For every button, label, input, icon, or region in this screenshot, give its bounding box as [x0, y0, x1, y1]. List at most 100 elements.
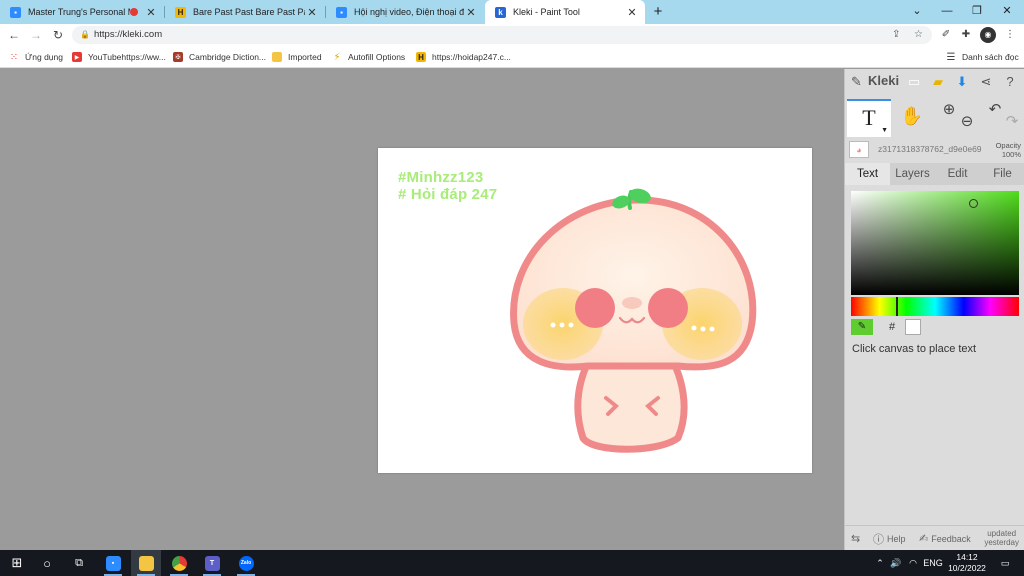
tab-label: Hội nghị video, Điện thoại đám m: [354, 7, 464, 17]
new-tab-button[interactable]: +: [651, 2, 665, 22]
system-clock[interactable]: 14:12 10/2/2022: [942, 552, 992, 574]
bookmark-imported[interactable]: Imported: [272, 46, 322, 68]
tab-zoom-video[interactable]: ▪ Hội nghị video, Điện thoại đám m ✕: [326, 0, 484, 24]
reading-list-icon: ☰: [946, 51, 956, 63]
tab-file[interactable]: File: [980, 163, 1024, 185]
task-view-icon[interactable]: ⧉: [64, 550, 94, 576]
hand-tool-icon[interactable]: ✋: [899, 101, 925, 133]
new-image-icon[interactable]: ▭: [905, 73, 923, 91]
kleki-side-panel: ✎ Kleki ▭ ▰ ⬇ ⋖ ? T ▼ ✋ ⊕ ⊖ ↶ ↷ ◕ z317131…: [844, 69, 1024, 550]
taskbar-file-explorer[interactable]: [131, 550, 161, 576]
swap-panel-button[interactable]: ⇆: [851, 526, 863, 551]
color-picker-cursor[interactable]: [969, 199, 978, 208]
tab-label: Bare Past Past Bare Past Past Forc: [193, 7, 305, 17]
wifi-icon[interactable]: ◠: [904, 550, 922, 576]
reload-button[interactable]: ↻: [49, 26, 67, 44]
close-icon[interactable]: ✕: [144, 6, 158, 19]
bookmark-label: Ứng dụng: [25, 52, 63, 62]
updated-line2: yesterday: [984, 538, 1019, 547]
taskbar-teams[interactable]: T: [197, 550, 227, 576]
kleki-logo-text: Kleki: [868, 73, 900, 88]
reading-list[interactable]: ☰ Danh sách đọc: [946, 46, 1019, 68]
layer-name: z3171318378762_d9e0e69: [878, 144, 982, 154]
taskbar-zoom[interactable]: ▪: [98, 550, 128, 576]
clock-date: 10/2/2022: [948, 563, 986, 573]
drawing-canvas[interactable]: #Minhzz123 # Hỏi đáp 247: [378, 148, 812, 473]
bookmark-youtube[interactable]: ▶ YouTubehttps://ww...: [72, 46, 166, 68]
tab-zoom-meeting[interactable]: ▪ Master Trung's Personal Mee ✕: [0, 0, 164, 24]
redo-icon[interactable]: ↷: [999, 107, 1024, 139]
taskbar-zalo[interactable]: Zalo: [231, 550, 261, 576]
windows-start-icon[interactable]: ⊞: [2, 550, 32, 576]
bookmark-hoidap247[interactable]: H https://hoidap247.c...: [416, 46, 511, 68]
close-icon[interactable]: ✕: [305, 6, 319, 19]
recording-icon: [130, 8, 138, 16]
forward-button[interactable]: →: [27, 26, 45, 44]
hue-slider-handle[interactable]: [896, 297, 898, 316]
chrome-menu-icon[interactable]: ⋮: [1002, 27, 1018, 43]
close-icon[interactable]: ✕: [464, 6, 478, 19]
bookmark-autofill[interactable]: ⚡ Autofill Options: [332, 46, 405, 68]
kleki-logo[interactable]: ✎ Kleki: [851, 73, 900, 89]
update-status[interactable]: updated yesterday: [984, 529, 1019, 547]
help-icon[interactable]: ?: [1001, 73, 1019, 91]
help-button[interactable]: ⓘ Help: [873, 526, 906, 551]
search-icon[interactable]: ○: [32, 550, 62, 576]
active-layer-row[interactable]: ◕ z3171318378762_d9e0e69 Opacity 100%: [845, 139, 1024, 161]
clock-time: 14:12: [956, 552, 978, 562]
feedback-button[interactable]: ✍ Feedback: [919, 526, 971, 551]
browser-tab-strip: ▪ Master Trung's Personal Mee ✕ H Bare P…: [0, 0, 1024, 24]
extension-feather-icon[interactable]: ✐: [938, 27, 954, 43]
bookmark-apps[interactable]: ⁙ Ứng dụng: [9, 46, 63, 68]
updated-line1: updated: [987, 529, 1017, 538]
url-input[interactable]: 🔒 https://kleki.com ⇪ ☆: [72, 26, 932, 44]
hue-slider[interactable]: [851, 297, 1019, 316]
share-icon[interactable]: ⋖: [977, 73, 995, 91]
color-saturation-picker[interactable]: [851, 191, 1019, 295]
feedback-label: Feedback: [931, 533, 971, 544]
tab-label: Master Trung's Personal Mee: [28, 7, 130, 17]
restore-button[interactable]: ❐: [962, 0, 992, 24]
back-button[interactable]: ←: [5, 26, 23, 44]
volume-icon[interactable]: 🔊: [888, 550, 904, 576]
text-tool-button[interactable]: T ▼: [847, 99, 891, 137]
close-icon[interactable]: ✕: [625, 6, 639, 19]
bookmark-cambridge[interactable]: ✠ Cambridge Diction...: [173, 46, 266, 68]
chevron-down-icon[interactable]: ▼: [881, 127, 888, 135]
zalo-icon: Zalo: [238, 555, 254, 571]
extensions-puzzle-icon[interactable]: ✚: [958, 27, 974, 43]
open-folder-icon[interactable]: ▰: [929, 73, 947, 91]
layer-opacity[interactable]: Opacity 100%: [996, 141, 1021, 159]
tab-bare-past[interactable]: H Bare Past Past Bare Past Past Forc ✕: [165, 0, 325, 24]
tab-text[interactable]: Text: [845, 163, 890, 185]
address-bar: ← → ↻ 🔒 https://kleki.com ⇪ ☆ ✐ ✚ ◉ ⋮: [0, 24, 1024, 46]
window-close-button[interactable]: ✕: [992, 0, 1022, 24]
show-hidden-icons[interactable]: ⌃: [872, 550, 888, 576]
taskbar-chrome[interactable]: [164, 550, 194, 576]
bookmark-label: Cambridge Diction...: [189, 52, 267, 62]
profile-avatar[interactable]: ◉: [980, 27, 996, 43]
tab-kleki[interactable]: k Kleki - Paint Tool ✕: [485, 0, 645, 24]
tab-layers[interactable]: Layers: [890, 163, 935, 185]
reading-list-label: Danh sách đọc: [962, 52, 1019, 62]
share-icon[interactable]: ⇪: [892, 26, 900, 44]
youtube-icon: ▶: [72, 52, 82, 62]
opacity-label: Opacity: [995, 141, 1021, 150]
tab-search-icon[interactable]: ⌄: [902, 0, 932, 24]
panel-top-bar: ✎ Kleki ▭ ▰ ⬇ ⋖ ?: [845, 69, 1024, 95]
tab-edit[interactable]: Edit: [935, 163, 980, 185]
zoom-icon: ▪: [336, 6, 347, 18]
notifications-icon[interactable]: ▭: [996, 550, 1014, 576]
hex-input-button[interactable]: #: [881, 319, 903, 335]
bookmark-star-icon[interactable]: ☆: [914, 26, 923, 44]
minimize-button[interactable]: —: [932, 0, 962, 24]
language-indicator[interactable]: ENG: [922, 550, 944, 576]
lock-icon: 🔒: [80, 30, 90, 39]
canvas-workspace[interactable]: #Minhzz123 # Hỏi đáp 247: [0, 69, 844, 550]
eyedropper-icon[interactable]: ✎: [851, 319, 873, 335]
zoom-out-icon[interactable]: ⊖: [954, 107, 980, 139]
bookmarks-bar: ⁙ Ứng dụng ▶ YouTubehttps://ww... ✠ Camb…: [0, 46, 1024, 68]
secondary-color-swatch[interactable]: [905, 319, 921, 335]
windows-taskbar: ⊞ ○ ⧉ ▪ T Zalo ⌃ 🔊 ◠ ENG 14:12 10/2/2022…: [0, 550, 1024, 576]
download-icon[interactable]: ⬇: [953, 73, 971, 91]
